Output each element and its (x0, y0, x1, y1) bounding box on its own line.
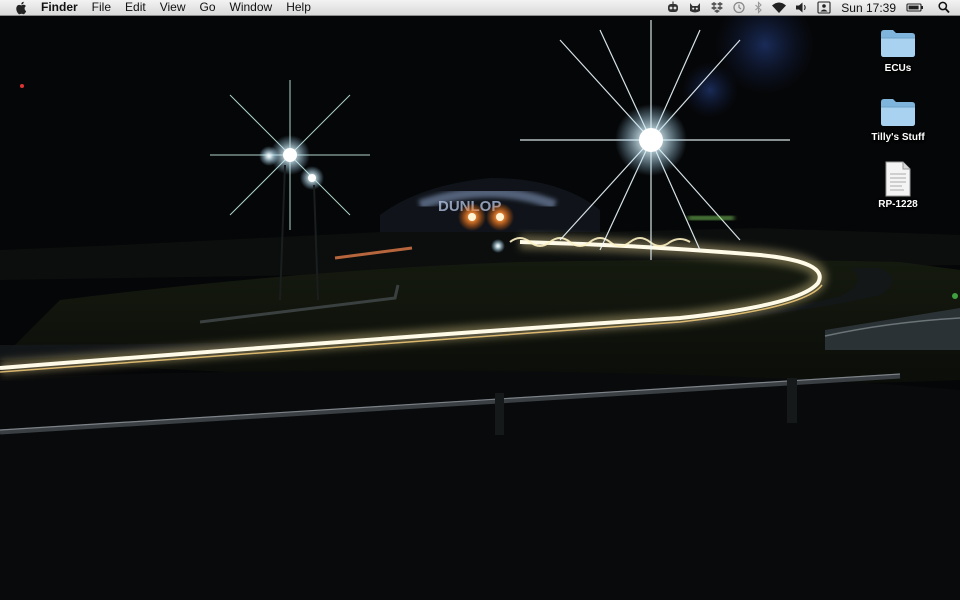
menu-help[interactable]: Help (279, 0, 318, 15)
wallpaper-night-race-photo: DUNLOP (0, 0, 960, 600)
desktop-icon-tillys-stuff[interactable]: Tilly's Stuff (858, 93, 938, 143)
time-machine-icon[interactable] (732, 0, 746, 15)
menu-view[interactable]: View (153, 0, 193, 15)
wifi-icon[interactable] (771, 0, 787, 15)
desktop-icon-ecus[interactable]: ECUs (858, 24, 938, 74)
menu-bar-left: Finder File Edit View Go Window Help (0, 0, 318, 15)
folder-icon (879, 93, 917, 131)
desktop-icon-label: RP-1228 (878, 199, 918, 210)
menu-bar-extras: Sun 17:39 (662, 0, 960, 15)
desktop-icon-rp-1228[interactable]: RP-1228 (858, 160, 938, 210)
menu-window[interactable]: Window (223, 0, 280, 15)
apple-icon[interactable] (11, 1, 31, 15)
volume-icon[interactable] (795, 0, 809, 15)
dropbox-icon[interactable] (710, 0, 724, 15)
cat-icon[interactable] (688, 0, 702, 15)
spotlight-search-icon[interactable] (938, 0, 950, 15)
menu-go[interactable]: Go (193, 0, 223, 15)
folder-icon (879, 24, 917, 62)
document-icon (884, 160, 912, 198)
user-icon[interactable] (817, 0, 831, 15)
robot-icon[interactable] (666, 0, 680, 15)
bluetooth-icon[interactable] (754, 0, 763, 15)
menu-clock[interactable]: Sun 17:39 (841, 1, 896, 15)
desktop-icon-label: ECUs (884, 63, 912, 74)
menu-edit[interactable]: Edit (118, 0, 153, 15)
menu-app-finder[interactable]: Finder (39, 0, 85, 15)
menu-file[interactable]: File (85, 0, 118, 15)
desktop-icon-label: Tilly's Stuff (871, 132, 925, 143)
menu-bar: Finder File Edit View Go Window Help Sun… (0, 0, 960, 16)
battery-icon[interactable] (906, 0, 924, 15)
desktop-wallpaper: DUNLOP (0, 0, 960, 600)
desktop: Finder File Edit View Go Window Help Sun… (0, 0, 960, 600)
